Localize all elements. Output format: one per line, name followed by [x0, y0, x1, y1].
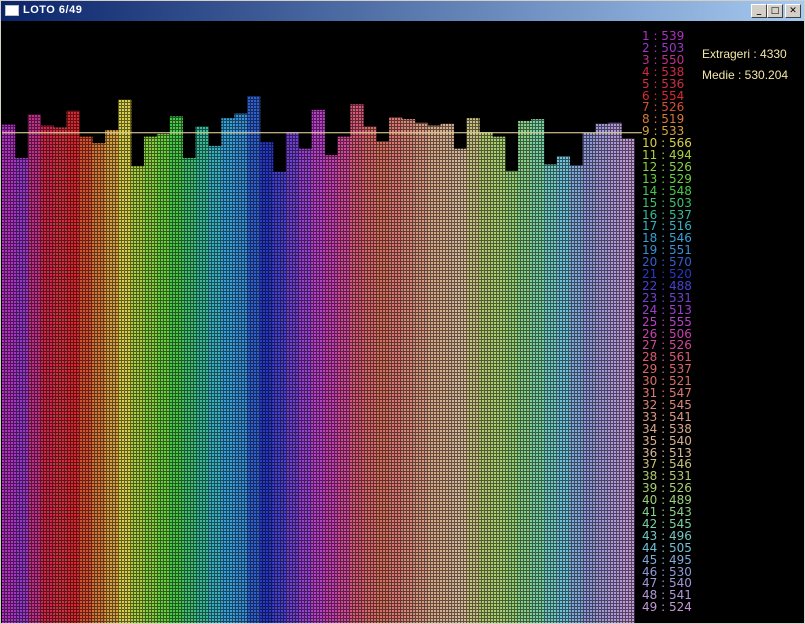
legend-item-35: 35 : 540: [642, 433, 692, 448]
title-bar[interactable]: LOTO 6/49 _ □ ✕: [1, 1, 804, 21]
close-button[interactable]: ✕: [785, 4, 801, 18]
legend-item-43: 43 : 496: [642, 528, 692, 543]
window-title: LOTO 6/49: [23, 4, 83, 16]
legend-item-49: 49 : 524: [642, 600, 692, 615]
legend-item-44: 44 : 505: [642, 540, 692, 555]
app-window: LOTO 6/49 _ □ ✕ 1 : 539 2 : 503 3 : 550 4 :…: [0, 0, 805, 624]
legend-item-33: 33 : 541: [642, 409, 692, 424]
app-icon: [5, 5, 19, 16]
maximize-button[interactable]: □: [767, 4, 783, 18]
legend-item-14: 14 : 548: [642, 183, 692, 198]
legend-item-25: 25 : 555: [642, 314, 692, 329]
chart-area: 1 : 539 2 : 503 3 : 550 4 : 538 5 : 536 6 : 5…: [2, 22, 803, 623]
legend-item-13: 13 : 529: [642, 171, 692, 186]
legend-item-15: 15 : 503: [642, 195, 692, 210]
bar-chart: [2, 22, 642, 623]
legend-item-23: 23 : 531: [642, 290, 692, 305]
draw-count-label: Extrageri : 4330: [702, 47, 787, 61]
minimize-button[interactable]: _: [751, 4, 767, 18]
legend-item-24: 24 : 513: [642, 302, 692, 317]
legend-item-45: 45 : 495: [642, 552, 692, 567]
mean-label: Medie : 530.204: [702, 68, 789, 82]
legend-item-34: 34 : 538: [642, 421, 692, 436]
